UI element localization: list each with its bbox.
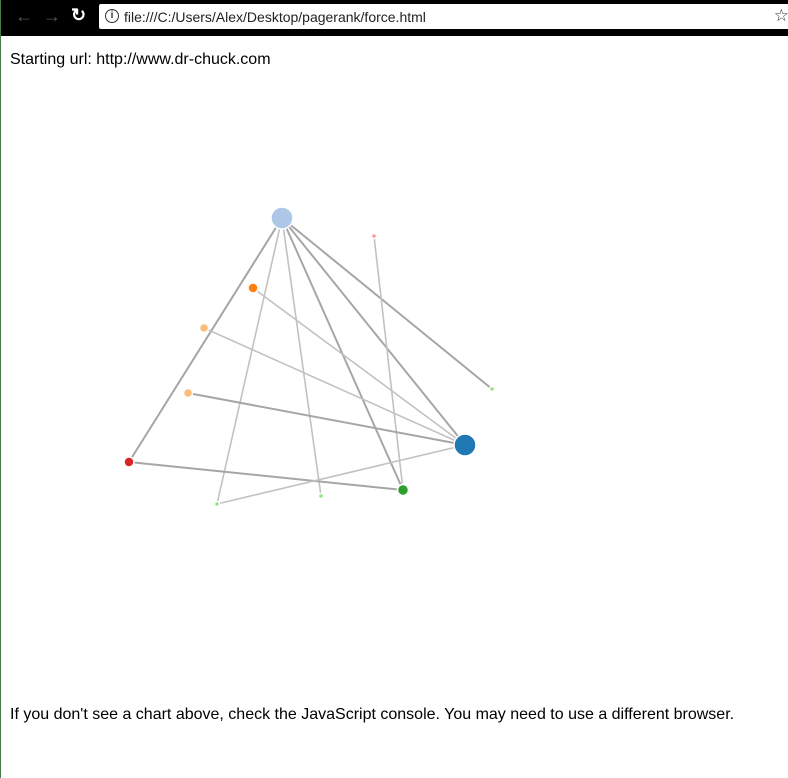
graph-node[interactable]: [453, 433, 477, 457]
graph-node[interactable]: [123, 456, 135, 468]
graph-node[interactable]: [213, 500, 221, 508]
graph-node[interactable]: [396, 483, 410, 497]
force-graph: [123, 206, 496, 508]
graph-link: [281, 217, 493, 390]
graph-node[interactable]: [182, 387, 194, 399]
graph-node[interactable]: [370, 232, 378, 240]
graph-link: [128, 461, 404, 491]
graph-node[interactable]: [317, 492, 325, 500]
graph-node[interactable]: [247, 282, 259, 294]
graph-node[interactable]: [488, 385, 496, 393]
graph-node[interactable]: [198, 322, 210, 334]
footer-note: If you don't see a chart above, check th…: [10, 706, 735, 723]
graph-node[interactable]: [270, 206, 294, 230]
graph-link: [187, 392, 466, 446]
graph-link: [252, 287, 466, 446]
graph-link: [216, 217, 283, 505]
graph-link: [128, 217, 283, 463]
